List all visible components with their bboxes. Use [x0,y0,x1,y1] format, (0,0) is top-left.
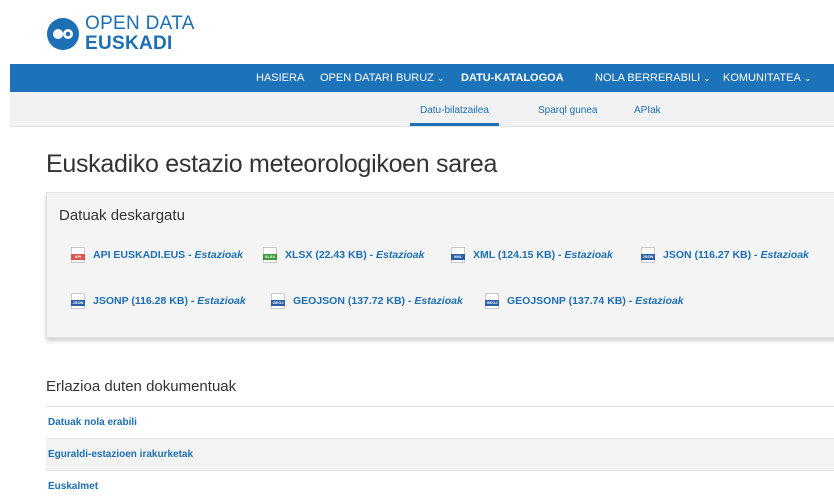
nav-label: NOLA BERRERABILI [595,72,701,84]
tab-sparql-gunea[interactable]: Sparql gunea [538,92,598,126]
nav-item-open-datari-buruz[interactable]: OPEN DATARI BURUZ ⌄ [320,64,444,92]
tab-datu-bilatzailea[interactable]: Datu-bilatzailea [410,92,499,126]
json-file-icon: JSON [641,247,655,263]
related-doc-link[interactable]: Eguraldi-estazioen irakurketak [46,438,834,470]
nav-label: DATU-KATALOGOA [461,72,564,84]
nav-item-komunitatea[interactable]: KOMUNITATEA ⌄ [723,64,811,92]
nav-item-nola-berrerabili[interactable]: NOLA BERRERABILI ⌄ [595,64,711,92]
download-suffix: - Estazioak [405,295,463,307]
download-suffix: - Estazioak [625,295,684,307]
jsonp-file-icon: JSON [71,293,85,309]
chevron-down-icon: ⌄ [703,73,711,83]
download-xlsx-link[interactable]: XLSX XLSX (22.43 KB) - Estazioak [263,247,424,263]
chevron-down-icon: ⌄ [436,73,445,83]
download-format: JSONP (116.28 KB) [93,295,188,307]
related-doc-link[interactable]: Datuak nola erabili [46,406,834,438]
download-xml-link[interactable]: XML XML (124.15 KB) - Estazioak [451,247,613,263]
logo-line1: OPEN DATA [85,13,195,34]
download-geojson-link[interactable]: GEOJ GEOJSON (137.72 KB) - Estazioak [271,293,463,309]
api-file-icon: API [71,247,85,263]
nav-label: OPEN DATARI BURUZ [320,72,434,84]
related-docs-title: Erlazioa duten dokumentuak [46,378,237,395]
download-json-link[interactable]: JSON JSON (116.27 KB) - Estazioak [641,247,809,263]
download-suffix: - Estazioak [555,249,613,261]
download-jsonp-link[interactable]: JSON JSONP (116.28 KB) - Estazioak [71,293,246,309]
page-title: Euskadiko estazio meteorologikoen sarea [46,150,498,178]
logo-line2: EUSKADI [85,33,173,54]
download-format: API EUSKADI.EUS [93,249,186,261]
chevron-down-icon: ⌄ [803,73,812,83]
geojson-file-icon: GEOJ [271,293,285,309]
logo-mark-icon [47,17,79,50]
xlsx-file-icon: XLSX [263,247,277,263]
xml-file-icon: XML [451,247,465,263]
sub-navigation: Datu-bilatzailea Sparql gunea APIak [10,92,834,127]
download-api-link[interactable]: API API EUSKADI.EUS - Estazioak [71,247,243,263]
nav-label: KOMUNITATEA [723,72,801,84]
download-suffix: - Estazioak [366,249,425,261]
downloads-title: Datuak deskargatu [59,207,185,224]
geojsonp-file-icon: GEOJ [485,293,499,309]
download-format: XLSX (22.43 KB) [285,249,367,261]
download-suffix: - Estazioak [187,295,246,307]
downloads-panel: Datuak deskargatu API API EUSKADI.EUS - … [46,192,834,338]
main-navigation: HASIERA OPEN DATARI BURUZ ⌄ DATU-KATALOGO… [10,64,834,92]
download-format: GEOJSONP (137.74 KB) [507,295,626,307]
download-geojsonp-link[interactable]: GEOJ GEOJSONP (137.74 KB) - Estazioak [485,293,684,309]
download-format: GEOJSON (137.72 KB) [293,295,406,307]
nav-label: HASIERA [256,72,305,84]
nav-item-hasiera[interactable]: HASIERA [256,64,304,92]
download-format: JSON (116.27 KB) [663,249,752,261]
download-suffix: - Estazioak [751,249,809,261]
site-logo[interactable]: OPEN DATA EUSKADI [47,14,195,53]
related-doc-link[interactable]: Euskalmet [46,470,834,502]
nav-item-datu-katalogoa[interactable]: DATU-KATALOGOA [461,64,564,92]
download-suffix: - Estazioak [185,249,243,261]
tab-apiak[interactable]: APIak [634,92,661,126]
download-format: XML (124.15 KB) [473,249,556,261]
